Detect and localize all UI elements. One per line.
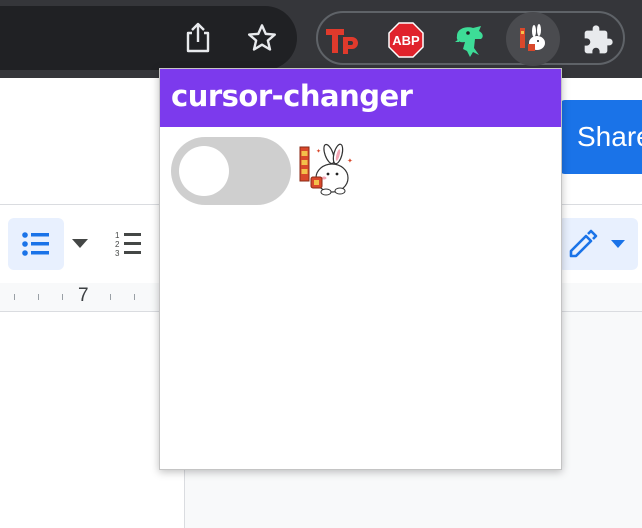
chevron-down-icon — [611, 240, 625, 248]
chevron-down-icon — [72, 239, 88, 248]
abp-label: ABP — [392, 33, 420, 48]
browser-toolbar: ABP — [0, 0, 642, 78]
pencil-icon — [569, 229, 598, 258]
bunny-cursor-preview-icon: ✦ ✦ — [296, 141, 356, 201]
bullet-options-dropdown[interactable] — [68, 234, 92, 254]
svg-text:2: 2 — [115, 240, 120, 249]
svg-text:✦: ✦ — [347, 157, 353, 165]
cursor-changer-extension-icon[interactable] — [506, 12, 560, 66]
popup-header: cursor-changer — [160, 69, 561, 127]
cursor-changer-popup: cursor-changer ✦ ✦ — [159, 68, 562, 470]
adblock-plus-icon[interactable]: ABP — [386, 20, 426, 60]
cursor-toggle-switch[interactable] — [171, 137, 291, 205]
toggle-knob — [179, 146, 229, 196]
numbered-list-icon: 1 2 3 — [115, 231, 141, 258]
svg-text:3: 3 — [115, 249, 120, 258]
popup-title: cursor-changer — [171, 79, 413, 113]
svg-text:1: 1 — [115, 231, 120, 240]
svg-text:✦: ✦ — [316, 148, 321, 155]
ghost-dino-extension-icon[interactable] — [449, 20, 489, 60]
star-icon[interactable] — [244, 20, 280, 56]
numbered-list-button[interactable]: 1 2 3 — [108, 226, 148, 262]
document-page[interactable] — [0, 312, 185, 528]
share-icon[interactable] — [180, 20, 216, 56]
tp-extension-icon[interactable] — [322, 20, 362, 60]
editing-mode-button[interactable] — [558, 218, 638, 270]
share-button[interactable]: Share — [559, 100, 642, 174]
bulleted-list-icon — [22, 232, 49, 256]
extensions-puzzle-icon[interactable] — [578, 20, 618, 60]
ruler-number: 7 — [78, 285, 89, 306]
bulleted-list-button[interactable] — [8, 218, 64, 270]
